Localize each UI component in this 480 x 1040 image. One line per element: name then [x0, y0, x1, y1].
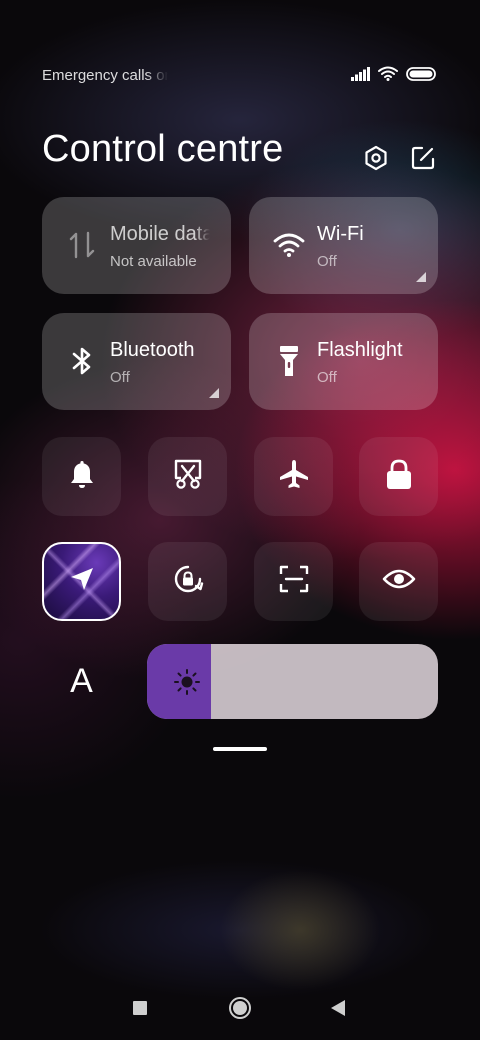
signal-icon: [351, 66, 370, 86]
edit-button[interactable]: [409, 146, 437, 174]
edit-icon: [410, 145, 436, 176]
tile-bluetooth[interactable]: Bluetooth Off: [42, 313, 231, 410]
toggle-scanner[interactable]: [254, 542, 333, 621]
tile-wifi[interactable]: Wi-Fi Off: [249, 197, 438, 294]
scanner-icon: [279, 565, 309, 598]
brightness-slider[interactable]: [147, 644, 438, 719]
toggle-lock-screen[interactable]: [359, 437, 438, 516]
status-bar: Emergency calls only: [0, 0, 480, 100]
navigation-bar: [0, 980, 480, 1040]
bluetooth-icon: [64, 343, 100, 379]
status-icons: [351, 66, 436, 86]
tile-label: Bluetooth: [110, 339, 195, 361]
expand-corner-icon[interactable]: [416, 272, 426, 282]
toggle-location[interactable]: [42, 542, 121, 621]
page-title: Control centre: [42, 128, 284, 170]
expand-corner-icon[interactable]: [209, 388, 219, 398]
sun-icon: [173, 668, 201, 696]
font-size-button[interactable]: A: [42, 644, 121, 719]
settings-icon: [363, 145, 389, 176]
battery-icon: [406, 66, 436, 86]
carrier-status-text: Emergency calls only: [42, 67, 168, 84]
tile-status: Not available: [110, 253, 197, 270]
toggle-screenshot[interactable]: [148, 437, 227, 516]
toggle-silent[interactable]: [42, 437, 121, 516]
tile-status: Off: [317, 369, 337, 386]
wifi-icon: [271, 227, 307, 263]
recents-button[interactable]: [110, 980, 170, 1040]
close-panel-handle[interactable]: [213, 747, 267, 751]
flashlight-icon: [271, 343, 307, 379]
back-button[interactable]: [308, 980, 368, 1040]
lock-icon: [385, 458, 413, 495]
settings-button[interactable]: [362, 145, 390, 176]
toggle-reading-mode[interactable]: [359, 542, 438, 621]
recents-icon: [133, 1000, 147, 1020]
tile-mobile-data[interactable]: Mobile data Not available: [42, 197, 231, 294]
tile-status: Off: [110, 369, 130, 386]
bell-icon: [68, 459, 96, 494]
airplane-icon: [278, 458, 310, 495]
eye-icon: [382, 567, 416, 596]
tile-label: Flashlight: [317, 339, 403, 361]
home-icon: [228, 996, 252, 1025]
mobile-data-icon: [64, 227, 100, 263]
tile-label: Mobile data: [110, 223, 210, 245]
toggle-auto-rotate[interactable]: [148, 542, 227, 621]
auto-rotate-icon: [171, 562, 205, 601]
screenshot-icon: [173, 458, 203, 495]
wifi-icon: [378, 66, 398, 86]
toggle-airplane-mode[interactable]: [254, 437, 333, 516]
location-icon: [69, 566, 95, 597]
back-icon: [330, 999, 346, 1022]
home-button[interactable]: [210, 980, 270, 1040]
tile-flashlight[interactable]: Flashlight Off: [249, 313, 438, 410]
tile-status: Off: [317, 253, 337, 270]
tile-label: Wi-Fi: [317, 223, 364, 245]
